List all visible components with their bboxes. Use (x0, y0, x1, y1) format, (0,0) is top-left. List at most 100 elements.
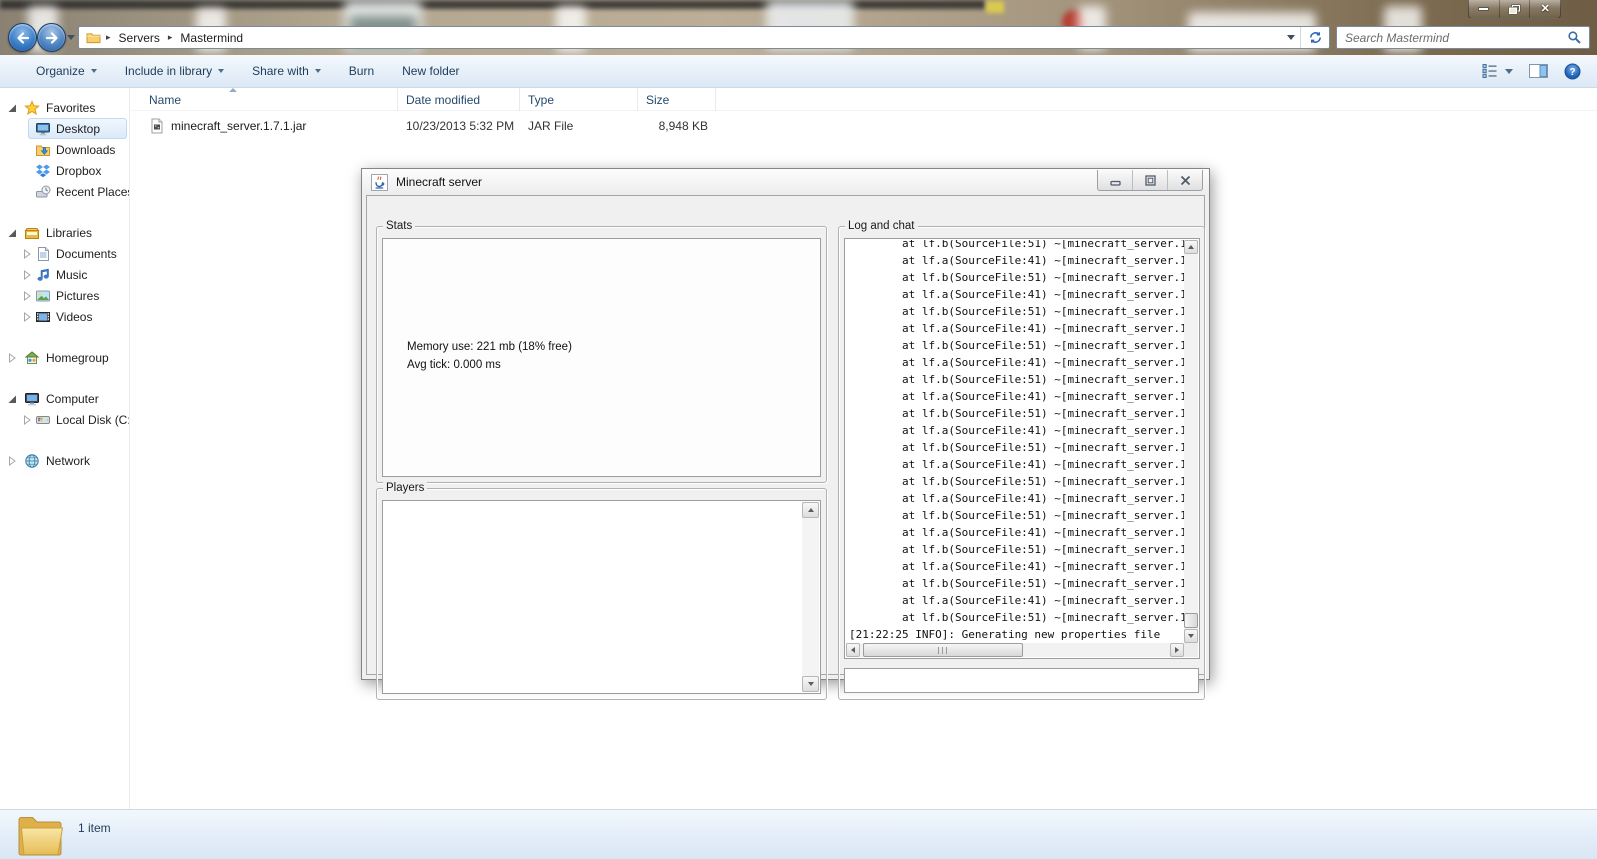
sidebar-group-computer[interactable]: Computer (0, 388, 129, 409)
change-view-button[interactable] (1482, 63, 1513, 79)
downloads-icon (35, 142, 51, 158)
sidebar-item-dropbox[interactable]: Dropbox (28, 160, 127, 181)
sidebar-group-favorites[interactable]: Favorites (0, 97, 129, 118)
help-button[interactable]: ? (1564, 63, 1581, 80)
toolbar-button-include-in-library[interactable]: Include in library (115, 60, 234, 82)
column-header-type[interactable]: Type (520, 88, 638, 111)
stats-canvas: Memory use: 221 mb (18% free) Avg tick: … (382, 238, 821, 477)
help-icon: ? (1564, 63, 1581, 79)
sidebar-item-pictures[interactable]: Pictures (23, 285, 127, 306)
search-box (1336, 26, 1590, 49)
toolbar-button-burn[interactable]: Burn (339, 60, 384, 82)
players-group-label: Players (383, 481, 428, 495)
toolbar-button-label: New folder (402, 64, 460, 78)
sidebar-item-label: Downloads (56, 142, 116, 157)
forward-button[interactable] (37, 23, 66, 52)
log-line: at lf.b(SourceFile:51) ~[minecraft_serve… (849, 543, 1184, 556)
column-header-date-modified[interactable]: Date modified (398, 88, 520, 111)
scroll-up-button[interactable] (1184, 240, 1198, 254)
restore-button[interactable] (1498, 0, 1530, 18)
expand-arrow-icon[interactable] (21, 311, 33, 323)
players-list[interactable] (382, 500, 821, 694)
close-button[interactable] (1167, 170, 1202, 190)
minecraft-server-window: Minecraft server Stats Memory use: 221 m… (361, 168, 1210, 700)
sidebar-item-local-disk-c[interactable]: Local Disk (C:) (23, 409, 129, 430)
videos-icon (35, 309, 51, 325)
close-icon (1180, 175, 1190, 185)
sidebar-group-network[interactable]: Network (0, 450, 129, 471)
search-input[interactable] (1337, 30, 1567, 45)
expand-arrow-icon[interactable] (6, 455, 18, 467)
expand-arrow-icon[interactable] (21, 290, 33, 302)
sidebar-item-videos[interactable]: Videos (23, 306, 127, 327)
breadcrumb-item-mastermind[interactable]: Mastermind (177, 31, 246, 45)
toolbar-button-label: Burn (348, 64, 375, 78)
toolbar-button-share-with[interactable]: Share with (242, 60, 331, 82)
sidebar-group-label: Libraries (46, 225, 93, 240)
details-pane: 1 item (0, 809, 1597, 859)
toolbar-button-new-folder[interactable]: New folder (392, 60, 469, 82)
minimize-button[interactable] (1469, 0, 1499, 18)
sidebar-item-downloads[interactable]: Downloads (28, 139, 127, 160)
column-header-name[interactable]: Name (131, 88, 398, 111)
address-bar[interactable]: ▸ Servers ▸ Mastermind (78, 26, 1330, 49)
sidebar-group-homegroup[interactable]: Homegroup (0, 347, 129, 368)
scroll-left-button[interactable] (846, 643, 860, 657)
column-header-label: Type (528, 92, 555, 107)
collapse-arrow-icon[interactable] (6, 227, 18, 239)
collapse-arrow-icon[interactable] (6, 393, 18, 405)
address-dropdown-button[interactable] (1282, 27, 1300, 48)
breadcrumb-item-servers[interactable]: Servers (116, 31, 163, 45)
command-input[interactable] (845, 669, 1198, 692)
collapse-arrow-icon[interactable] (6, 102, 18, 114)
toolbar-button-label: Organize (36, 64, 85, 78)
log-text-area[interactable]: at lf.b(SourceFile:51) ~[minecraft_serve… (846, 240, 1184, 643)
folder-icon (16, 813, 66, 859)
sidebar-item-label: Dropbox (56, 163, 102, 178)
log-line: at lf.b(SourceFile:51) ~[minecraft_serve… (849, 240, 1184, 250)
window-title-bar[interactable]: Minecraft server (362, 169, 1209, 195)
homegroup-icon (24, 350, 40, 366)
stats-group-label: Stats (383, 219, 416, 233)
expand-arrow-icon[interactable] (6, 352, 18, 364)
preview-pane-button[interactable] (1529, 63, 1548, 79)
file-name: minecraft_server.1.7.1.jar (171, 119, 307, 133)
log-vertical-scrollbar (1184, 240, 1198, 643)
sidebar-item-desktop[interactable]: Desktop (28, 118, 127, 139)
stats-group: Stats Memory use: 221 mb (18% free) Avg … (376, 219, 827, 483)
column-header-size[interactable]: Size (638, 88, 716, 111)
toolbar-button-organize[interactable]: Organize (26, 60, 107, 82)
recent-pages-chevron-icon[interactable] (67, 35, 75, 40)
sidebar-item-music[interactable]: Music (23, 264, 127, 285)
views-icon (1482, 64, 1497, 79)
maximize-button[interactable] (1132, 170, 1167, 190)
breadcrumb-arrow-icon[interactable]: ▸ (163, 32, 178, 43)
log-line: at lf.a(SourceFile:41) ~[minecraft_serve… (849, 492, 1184, 505)
minimize-button[interactable] (1098, 170, 1132, 190)
sidebar-item-recent-places[interactable]: Recent Places (28, 181, 129, 202)
sidebar-item-documents[interactable]: Documents (23, 243, 127, 264)
search-icon[interactable] (1567, 30, 1582, 45)
sidebar-group-libraries[interactable]: Libraries (0, 222, 129, 243)
vertical-scroll-thumb[interactable] (1184, 613, 1198, 628)
window-content: Stats Memory use: 221 mb (18% free) Avg … (366, 195, 1205, 700)
scroll-right-button[interactable] (1170, 643, 1184, 657)
log-line: at lf.b(SourceFile:51) ~[minecraft_serve… (849, 475, 1184, 488)
scroll-up-button[interactable] (802, 502, 819, 518)
back-button[interactable] (8, 23, 37, 52)
sidebar-item-label: Pictures (56, 288, 100, 303)
horizontal-scroll-thumb[interactable] (863, 643, 1023, 657)
expand-arrow-icon[interactable] (21, 248, 33, 260)
close-button[interactable]: ✕ (1529, 0, 1560, 18)
expand-arrow-icon[interactable] (21, 269, 33, 281)
log-line: [21:22:25 INFO]: Generating new properti… (849, 628, 1161, 641)
jar-file-icon (149, 118, 165, 134)
scroll-down-button[interactable] (802, 676, 819, 692)
expand-arrow-icon[interactable] (21, 414, 33, 426)
scroll-down-button[interactable] (1184, 629, 1198, 643)
favorites-star-icon (24, 99, 40, 116)
refresh-button[interactable] (1301, 27, 1329, 48)
file-row[interactable]: minecraft_server.1.7.1.jar 10/23/2013 5:… (131, 114, 851, 138)
breadcrumb-arrow-icon[interactable]: ▸ (101, 32, 116, 43)
back-arrow-icon (16, 31, 29, 44)
